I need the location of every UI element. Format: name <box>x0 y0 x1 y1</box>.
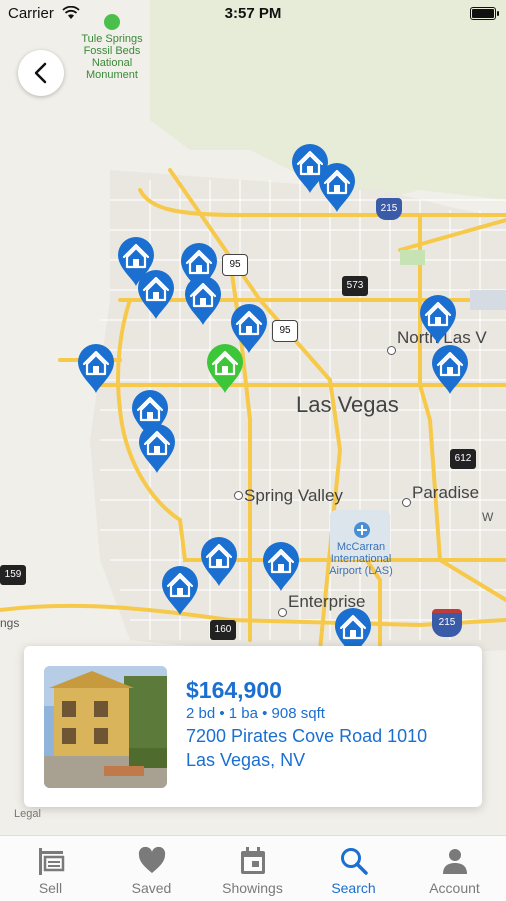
listing-details: 2 bd • 1 ba • 908 sqft <box>186 705 325 722</box>
legal-link[interactable]: Legal <box>14 808 41 820</box>
tab-showings[interactable]: Showings <box>202 836 303 901</box>
city-dot <box>234 491 243 500</box>
calendar-icon <box>241 847 265 874</box>
listing-info: $164,900 2 bd • 1 ba • 908 sqft 7200 Pir… <box>186 676 427 772</box>
interstate-shield: 215 <box>432 609 462 637</box>
chevron-left-icon <box>34 62 47 84</box>
city-dot <box>278 608 287 617</box>
map-pin[interactable] <box>317 161 357 213</box>
listing-address-line2: Las Vegas, NV <box>186 750 306 770</box>
interstate-shield: 215 <box>376 198 402 220</box>
tab-label: Search <box>331 880 376 896</box>
state-route-shield: 159 <box>0 565 26 585</box>
tab-account[interactable]: Account <box>404 836 505 901</box>
city-label-las-vegas: Las Vegas <box>296 392 399 417</box>
listing-address-line1: 7200 Pirates Cove Road 1010 <box>186 726 428 746</box>
map-pin[interactable] <box>160 564 200 616</box>
edge-label-left: ngs <box>0 616 20 630</box>
clock: 3:57 PM <box>224 5 282 22</box>
search-icon <box>341 848 368 875</box>
back-button[interactable] <box>18 50 64 96</box>
listing-card[interactable]: $164,900 2 bd • 1 ba • 908 sqft 7200 Pir… <box>24 646 482 807</box>
listing-photo[interactable] <box>44 666 167 788</box>
sign-icon <box>39 848 65 875</box>
tab-sell[interactable]: Sell <box>0 836 101 901</box>
map-pin[interactable] <box>137 422 177 474</box>
map-pin[interactable] <box>418 293 458 345</box>
map-pin[interactable] <box>76 342 116 394</box>
us-route-shield: 95 <box>222 254 248 276</box>
heart-icon <box>138 846 166 873</box>
city-label-paradise: Paradise <box>412 483 480 502</box>
map-pin[interactable] <box>199 535 239 587</box>
person-icon <box>443 849 467 874</box>
tab-label: Showings <box>222 880 283 896</box>
tab-bar: Sell Saved Showings Search Account <box>0 835 506 901</box>
tab-label: Account <box>429 880 480 896</box>
tab-saved[interactable]: Saved <box>101 836 202 901</box>
state-route-shield: 573 <box>342 276 368 296</box>
city-label-spring-valley: Spring Valley <box>244 486 343 505</box>
city-dot <box>387 346 396 355</box>
city-dot <box>402 498 411 507</box>
listing-price: $164,900 <box>186 677 282 703</box>
us-route-shield: 95 <box>272 320 298 342</box>
status-bar: Carrier 3:57 PM <box>0 0 506 28</box>
map-pin[interactable] <box>136 268 176 320</box>
map-pin[interactable] <box>430 343 470 395</box>
landmark-label: Tule Springs Fossil Beds National Monume… <box>81 33 143 81</box>
battery-icon <box>470 7 499 20</box>
map-pin-selected[interactable] <box>205 342 245 394</box>
airport-label: McCarran International Airport (LAS) <box>329 541 393 577</box>
tab-label: Sell <box>38 880 63 896</box>
map-pin[interactable] <box>261 540 301 592</box>
tab-search[interactable]: Search <box>303 836 404 901</box>
state-route-shield: 612 <box>450 449 476 469</box>
edge-label-right: W <box>482 510 494 524</box>
map-pin[interactable] <box>183 274 223 326</box>
tab-label: Saved <box>131 880 172 896</box>
state-route-shield: 160 <box>210 620 236 640</box>
